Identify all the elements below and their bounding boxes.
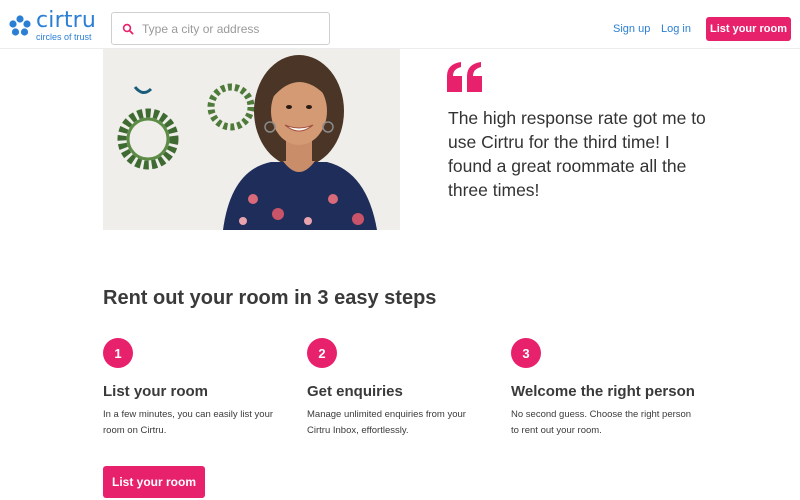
cirtru-logo[interactable]: cirtru circles of trust xyxy=(8,10,96,42)
step-description: In a few minutes, you can easily list yo… xyxy=(103,409,274,436)
search-icon xyxy=(122,23,134,35)
step-title: List your room xyxy=(103,383,209,400)
step-number-badge: 1 xyxy=(103,338,133,368)
step-3: 3 Welcome the right person No second gue… xyxy=(511,338,711,439)
step-title: Get enquiries xyxy=(307,383,403,400)
step-number-badge: 3 xyxy=(511,338,541,368)
step-title: Welcome the right person xyxy=(511,383,695,400)
brand-tagline: circles of trust xyxy=(36,32,92,42)
step-2: 2 Get enquiries Manage unlimited enquiri… xyxy=(307,338,507,439)
brand-name: cirtru xyxy=(36,8,97,33)
logo-icon xyxy=(9,15,31,36)
step-description: Manage unlimited enquiries from your Cir… xyxy=(307,409,466,436)
steps-section-title: Rent out your room in 3 easy steps xyxy=(103,287,437,309)
logo-text: cirtru circles of trust xyxy=(36,10,96,42)
list-your-room-header-button[interactable]: List your room xyxy=(706,17,791,41)
step-1: 1 List your room In a few minutes, you c… xyxy=(103,338,303,439)
testimonial-photo xyxy=(103,49,400,230)
testimonial-image xyxy=(103,49,400,230)
testimonial-quote: The high response rate got me to use Cir… xyxy=(448,108,706,200)
quote-icon xyxy=(447,62,482,92)
log-in-link[interactable]: Log in xyxy=(661,23,691,35)
search-input[interactable] xyxy=(142,21,312,36)
sign-up-link[interactable]: Sign up xyxy=(613,23,650,35)
step-number-badge: 2 xyxy=(307,338,337,368)
step-description: No second guess. Choose the right person… xyxy=(511,409,692,436)
top-header: cirtru circles of trust Sign up Log in L… xyxy=(0,0,800,49)
list-your-room-button[interactable]: List your room xyxy=(103,466,205,498)
search-box[interactable] xyxy=(111,12,330,45)
